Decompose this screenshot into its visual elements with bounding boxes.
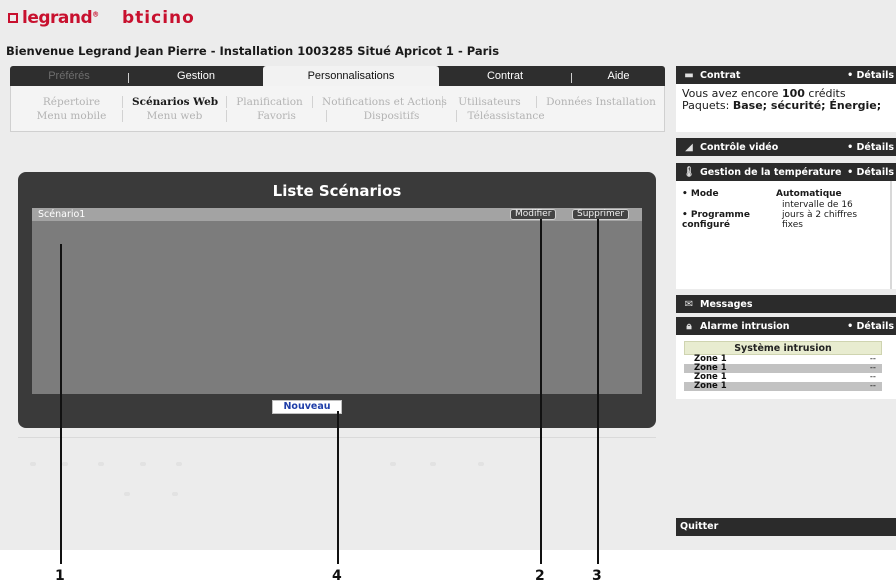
temperature-scrollbar[interactable] <box>890 181 892 289</box>
callout-leader-4 <box>337 411 339 564</box>
subnav-dispositifs[interactable]: Dispositifs <box>327 110 457 122</box>
callout-leader-1 <box>60 244 62 564</box>
tab-preferes[interactable]: Préférés <box>10 66 128 86</box>
callout-number-2: 2 <box>535 568 545 584</box>
alarme-body: Système intrusion Zone 1 -- Zone 1 -- Zone… <box>676 335 896 399</box>
lock-icon: 🔒︎ <box>686 320 692 332</box>
quitter-button[interactable]: Quitter <box>676 518 896 536</box>
subnav-teleassistance[interactable]: Téléassistance <box>457 110 555 122</box>
faded-mark <box>172 492 178 496</box>
callout-leader-2 <box>540 219 542 564</box>
scenario-list: Scénario1 Modifier Supprimer <box>32 208 642 394</box>
faded-mark <box>62 462 68 466</box>
messages-header[interactable]: ✉ Messages <box>676 295 896 313</box>
legrand-logo: legrand® <box>8 8 99 28</box>
bticino-logo: bticino <box>122 8 195 28</box>
zone-row: Zone 1 -- <box>684 382 882 391</box>
tab-aide[interactable]: Aide <box>572 66 665 86</box>
programme-label: • Programme <box>682 210 750 220</box>
alarme-title: Alarme intrusion <box>700 320 790 332</box>
packages-list: Base; sécurité; Énergie; <box>732 99 882 112</box>
callout-number-1: 1 <box>55 568 65 584</box>
sidebar: ▬ Contrat • Détails Vous avez encore 100… <box>676 66 896 550</box>
faded-mark <box>30 462 36 466</box>
alarme-system-title: Système intrusion <box>684 341 882 355</box>
contrat-body: Vous avez encore 100 crédits Paquets: Ba… <box>676 84 896 132</box>
faded-mark <box>390 462 396 466</box>
envelope-icon: ✉ <box>684 298 694 310</box>
supprimer-button[interactable]: Supprimer <box>572 209 630 220</box>
subnav-row-2: Menu mobile Menu web Favoris Dispositifs… <box>21 110 555 122</box>
callout-leader-3 <box>597 219 599 564</box>
programme-label-2: configuré <box>682 220 730 230</box>
contrat-text: Vous avez encore 100 crédits Paquets: Ba… <box>682 87 882 112</box>
subnav-menu-web[interactable]: Menu web <box>123 110 227 122</box>
callout-number-4: 4 <box>332 568 342 584</box>
tab-contrat[interactable]: Contrat <box>439 66 571 86</box>
mode-value: Automatique <box>776 189 842 199</box>
scenario-row[interactable]: Scénario1 Modifier Supprimer <box>32 208 642 221</box>
scenario-list-panel: Liste Scénarios Scénario1 Modifier Suppr… <box>18 172 656 428</box>
faded-mark <box>176 462 182 466</box>
subnav-utilisateurs[interactable]: Utilisateurs <box>443 96 537 108</box>
subnav-menu-mobile[interactable]: Menu mobile <box>21 110 123 122</box>
main-tab-bar: Préférés Gestion Personnalisations Contr… <box>10 66 665 86</box>
messages-title: Messages <box>700 298 753 310</box>
tab-gestion[interactable]: Gestion <box>129 66 263 86</box>
mode-label: • Mode <box>682 189 719 199</box>
thermometer-icon: 🌡︎ <box>682 166 696 178</box>
panel-title: Liste Scénarios <box>272 182 402 200</box>
app-window: legrand® bticino Bienvenue Legrand Jean … <box>0 0 896 550</box>
faded-mark <box>124 492 130 496</box>
temperature-title: Gestion de la température <box>700 166 842 178</box>
subnav-row-1: Répertoire Scénarios Web Planification N… <box>21 96 665 108</box>
sub-navigation: Répertoire Scénarios Web Planification N… <box>10 86 665 132</box>
faded-mark <box>140 462 146 466</box>
scenario-name[interactable]: Scénario1 <box>38 209 85 220</box>
contrat-header[interactable]: ▬ Contrat • Détails <box>676 66 896 84</box>
alarme-details-link[interactable]: • Détails <box>847 321 894 332</box>
subnav-donnees-installation[interactable]: Données Installation <box>537 96 665 108</box>
alarme-table: Système intrusion Zone 1 -- Zone 1 -- Zone… <box>684 341 882 391</box>
temperature-body: • Mode Automatique • Programme configuré… <box>676 181 896 289</box>
contrat-title: Contrat <box>700 69 741 81</box>
subnav-repertoire[interactable]: Répertoire <box>21 96 123 108</box>
subnav-scenarios-web[interactable]: Scénarios Web <box>123 96 227 108</box>
alarme-header[interactable]: 🔒︎ Alarme intrusion • Détails <box>676 317 896 335</box>
modifier-button[interactable]: Modifier <box>510 209 557 220</box>
subnav-favoris[interactable]: Favoris <box>227 110 327 122</box>
nouveau-button[interactable]: Nouveau <box>272 400 342 414</box>
programme-value: intervalle de 16 jours à 2 chiffres fixe… <box>782 200 858 230</box>
contract-icon: ▬ <box>684 69 694 81</box>
tab-personnalisations[interactable]: Personnalisations <box>263 66 439 86</box>
subnav-notifications-actions[interactable]: Notifications et Actions <box>313 96 447 108</box>
welcome-text: Bienvenue Legrand Jean Pierre - Installa… <box>6 44 500 58</box>
video-header[interactable]: ◢ Contrôle vidéo • Détails <box>676 138 896 156</box>
video-details-link[interactable]: • Détails <box>847 142 894 153</box>
temperature-header[interactable]: 🌡︎ Gestion de la température • Détails <box>676 163 896 181</box>
faded-mark <box>98 462 104 466</box>
subnav-planification[interactable]: Planification <box>227 96 313 108</box>
video-title: Contrôle vidéo <box>700 141 779 153</box>
faded-mark <box>430 462 436 466</box>
contrat-details-link[interactable]: • Détails <box>847 70 894 81</box>
camera-icon: ◢ <box>685 141 693 153</box>
callout-number-3: 3 <box>592 568 602 584</box>
temperature-details-link[interactable]: • Détails <box>847 167 894 178</box>
faded-mark <box>478 462 484 466</box>
